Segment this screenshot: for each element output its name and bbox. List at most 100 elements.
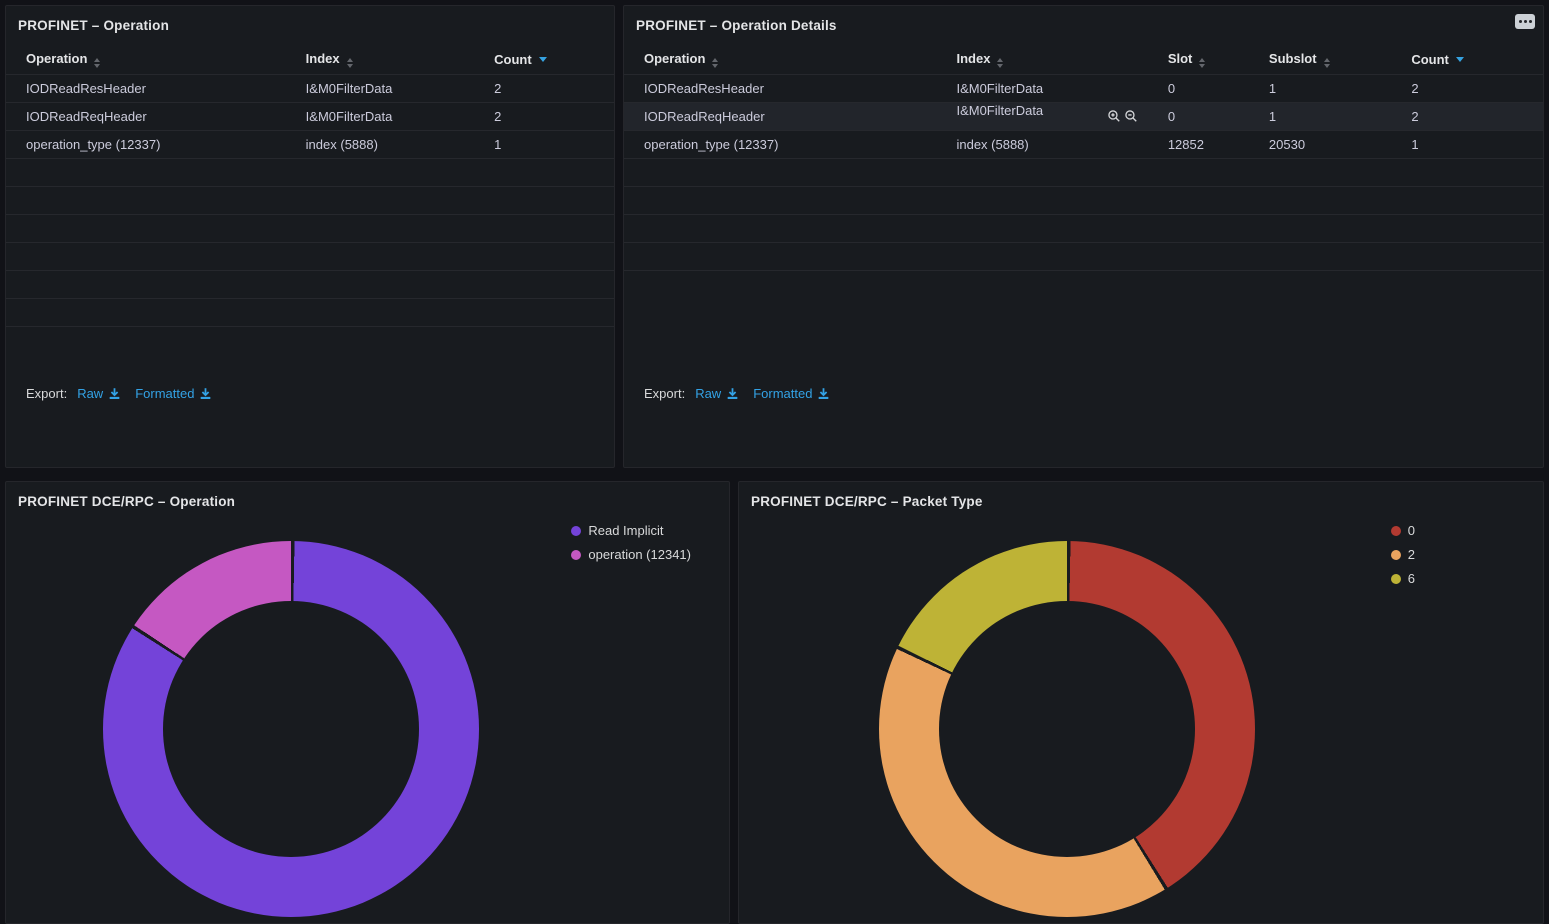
cell-value: IODReadResHeader xyxy=(26,81,146,96)
cell-value: 0 xyxy=(1168,81,1175,96)
cell-value: 2 xyxy=(494,81,501,96)
panel-title[interactable]: PROFINET DCE/RPC – Packet Type xyxy=(739,482,1543,522)
export-row: Export: Raw Formatted xyxy=(26,386,212,401)
panel-options-icon[interactable] xyxy=(1515,14,1535,29)
column-header-operation[interactable]: Operation xyxy=(6,46,286,74)
cell-value: 1 xyxy=(494,137,501,152)
cell-value: I&M0FilterData xyxy=(306,81,393,96)
cell-value: IODReadReqHeader xyxy=(26,109,147,124)
panel-title[interactable]: PROFINET – Operation Details xyxy=(624,6,1543,46)
column-label: Index xyxy=(956,51,990,66)
sort-desc-icon xyxy=(539,57,547,62)
column-label: Count xyxy=(1411,52,1449,67)
cell-value: IODReadResHeader xyxy=(644,81,764,96)
table-header-row: Operation Index Count xyxy=(6,46,614,74)
column-header-count[interactable]: Count xyxy=(1391,46,1543,74)
export-formatted-label: Formatted xyxy=(135,386,194,401)
legend-item[interactable]: 2 xyxy=(1391,546,1415,563)
export-raw-link[interactable]: Raw xyxy=(77,386,121,401)
download-icon xyxy=(108,387,121,400)
panel-dcerpc-operation: PROFINET DCE/RPC – Operation Read Implic… xyxy=(5,481,730,924)
sort-desc-icon xyxy=(1456,57,1464,62)
donut-chart[interactable] xyxy=(103,541,479,917)
column-header-index[interactable]: Index xyxy=(936,46,1147,74)
table-cell: operation_type (12337) xyxy=(6,130,286,158)
sort-icon xyxy=(1324,58,1330,68)
cell-value: 2 xyxy=(494,109,501,124)
table-cell: I&M0FilterData xyxy=(286,102,474,130)
download-icon xyxy=(199,387,212,400)
column-label: Operation xyxy=(26,51,87,66)
column-label: Index xyxy=(306,51,340,66)
table-cell: 12852 xyxy=(1148,130,1249,158)
table-row[interactable]: IODReadReqHeader I&M0FilterData 2 xyxy=(6,102,614,130)
export-label: Export: xyxy=(26,386,67,401)
operation-table: Operation Index Count IODReadResHeader I&M0… xyxy=(6,46,614,327)
export-formatted-label: Formatted xyxy=(753,386,812,401)
cell-value: 0 xyxy=(1168,109,1175,124)
table-empty-row xyxy=(6,186,614,214)
legend-color-dot xyxy=(571,550,581,560)
legend-color-dot xyxy=(1391,550,1401,560)
table-row[interactable]: IODReadResHeader I&M0FilterData 0 12 xyxy=(624,74,1543,102)
table-cell: operation_type (12337) xyxy=(624,130,936,158)
table-empty-row xyxy=(624,214,1543,242)
column-header-count[interactable]: Count xyxy=(474,46,614,74)
table-cell: 2 xyxy=(1391,74,1543,102)
export-label: Export: xyxy=(644,386,685,401)
cell-value: operation_type (12337) xyxy=(644,137,778,152)
operation-details-table: Operation Index SlotSubslot Count IODReadRe… xyxy=(624,46,1543,271)
export-row: Export: Raw Formatted xyxy=(644,386,830,401)
table-empty-row xyxy=(6,242,614,270)
legend-item[interactable]: 0 xyxy=(1391,522,1415,539)
column-header-index[interactable]: Index xyxy=(286,46,474,74)
table-row[interactable]: operation_type (12337)index (5888)128522… xyxy=(624,130,1543,158)
table-cell: I&M0FilterData xyxy=(936,74,1147,102)
panel-dcerpc-packet-type: PROFINET DCE/RPC – Packet Type 0 2 6 xyxy=(738,481,1544,924)
column-header-operation[interactable]: Operation xyxy=(624,46,936,74)
cell-value: I&M0FilterData xyxy=(306,109,393,124)
table-cell: 1 xyxy=(1249,74,1391,102)
table-empty-row xyxy=(6,214,614,242)
export-formatted-link[interactable]: Formatted xyxy=(135,386,212,401)
export-raw-link[interactable]: Raw xyxy=(695,386,739,401)
magnify-plus-icon[interactable] xyxy=(1107,109,1121,123)
filter-icons xyxy=(1107,103,1138,130)
magnify-minus-icon[interactable] xyxy=(1124,109,1138,123)
export-raw-label: Raw xyxy=(77,386,103,401)
legend-color-dot xyxy=(1391,526,1401,536)
column-label: Count xyxy=(494,52,532,67)
table-cell: 0 xyxy=(1148,74,1249,102)
table-cell: 1 xyxy=(1391,130,1543,158)
column-header-slot[interactable]: Slot xyxy=(1148,46,1249,74)
table-cell: IODReadResHeader xyxy=(624,74,936,102)
cell-value: 1 xyxy=(1269,109,1276,124)
cell-value: I&M0FilterData xyxy=(956,103,1043,118)
table-row[interactable]: IODReadReqHeaderI&M0FilterData012 xyxy=(624,102,1543,130)
legend-item[interactable]: operation (12341) xyxy=(571,546,691,563)
table-cell: IODReadResHeader xyxy=(6,74,286,102)
export-raw-label: Raw xyxy=(695,386,721,401)
legend-item[interactable]: 6 xyxy=(1391,570,1415,587)
table-cell: 0 xyxy=(1148,102,1249,130)
cell-value: 2 xyxy=(1411,109,1418,124)
sort-icon xyxy=(347,58,353,68)
download-icon xyxy=(817,387,830,400)
cell-value: operation_type (12337) xyxy=(26,137,160,152)
export-formatted-link[interactable]: Formatted xyxy=(753,386,830,401)
table-cell: I&M0FilterData xyxy=(936,102,1147,130)
cell-value: index (5888) xyxy=(306,137,378,152)
table-cell: 2 xyxy=(474,74,614,102)
column-header-subslot[interactable]: Subslot xyxy=(1249,46,1391,74)
donut-chart[interactable] xyxy=(879,541,1255,917)
cell-value: 12852 xyxy=(1168,137,1204,152)
legend-item[interactable]: Read Implicit xyxy=(571,522,691,539)
download-icon xyxy=(726,387,739,400)
panel-title[interactable]: PROFINET DCE/RPC – Operation xyxy=(6,482,729,522)
legend-label: 2 xyxy=(1408,546,1415,563)
sort-icon xyxy=(997,58,1003,68)
table-row[interactable]: IODReadResHeader I&M0FilterData 2 xyxy=(6,74,614,102)
table-row[interactable]: operation_type (12337) index (5888) 1 xyxy=(6,130,614,158)
legend-label: 0 xyxy=(1408,522,1415,539)
panel-title[interactable]: PROFINET – Operation xyxy=(6,6,614,46)
